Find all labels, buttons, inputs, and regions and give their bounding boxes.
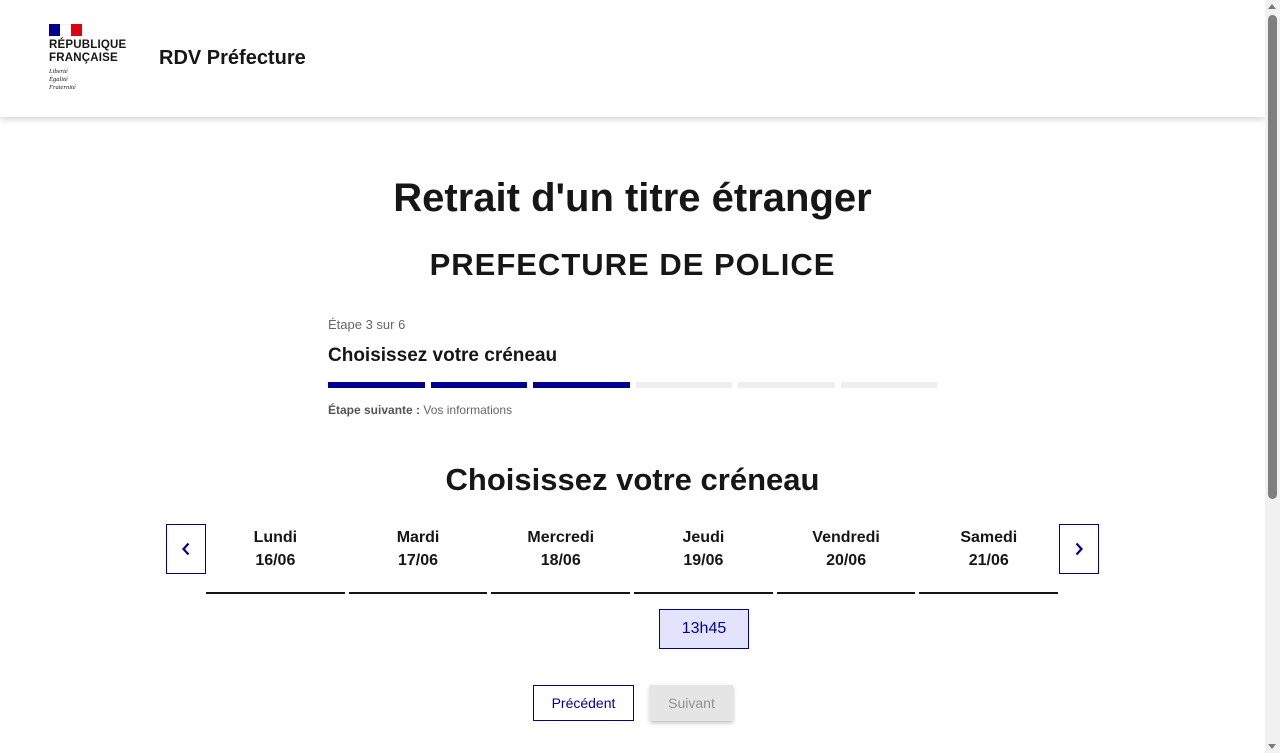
previous-button[interactable]: Précédent bbox=[533, 685, 634, 721]
day-date: 17/06 bbox=[398, 552, 439, 569]
logo-name-line2: FRANÇAISE bbox=[49, 52, 118, 64]
step-bar bbox=[430, 382, 527, 388]
scrollbar-thumb[interactable] bbox=[1268, 15, 1277, 499]
day-column: Jeudi 19/06 bbox=[634, 524, 773, 594]
french-flag-icon bbox=[49, 24, 82, 36]
scroll-up-icon[interactable] bbox=[1268, 4, 1276, 9]
prefecture-name: PREFECTURE DE POLICE bbox=[429, 247, 836, 282]
day-column: Mercredi 18/06 bbox=[491, 524, 631, 594]
step-bar bbox=[328, 382, 425, 388]
step-next-label: Étape suivante : bbox=[328, 403, 421, 417]
step-next-value: Vos informations bbox=[423, 403, 513, 417]
section-title: Choisissez votre créneau bbox=[445, 462, 820, 497]
day-name: Jeudi bbox=[682, 529, 725, 546]
calendar-days: Lundi 16/06 Mardi 17/06 Mercredi 18/06 J… bbox=[206, 524, 1059, 594]
step-bar bbox=[635, 382, 732, 388]
day-name: Vendredi bbox=[812, 529, 880, 546]
chevron-right-icon bbox=[1075, 542, 1083, 556]
day-date: 16/06 bbox=[255, 552, 296, 569]
logo-name: RÉPUBLIQUE FRANÇAISE bbox=[49, 39, 139, 65]
next-button[interactable]: Suivant bbox=[650, 685, 733, 721]
day-name: Mardi bbox=[396, 529, 440, 546]
step-next: Étape suivante : Vos informations bbox=[328, 402, 938, 418]
step-bar bbox=[738, 382, 835, 388]
step-bar bbox=[840, 382, 937, 388]
day-name: Lundi bbox=[253, 529, 298, 546]
service-title[interactable]: RDV Préfecture bbox=[159, 45, 306, 71]
day-column: Samedi 21/06 bbox=[919, 524, 1059, 594]
previous-week-button[interactable] bbox=[166, 524, 206, 574]
day-column: Vendredi 20/06 bbox=[776, 524, 916, 594]
time-slot-button[interactable]: 13h45 bbox=[659, 609, 749, 649]
step-title: Choisissez votre créneau bbox=[328, 345, 558, 366]
day-name: Mercredi bbox=[527, 529, 595, 546]
vertical-scrollbar[interactable] bbox=[1265, 0, 1280, 753]
day-date: 21/06 bbox=[968, 552, 1009, 569]
day-column: Mardi 17/06 bbox=[348, 524, 488, 594]
day-date: 20/06 bbox=[826, 552, 867, 569]
day-date: 18/06 bbox=[540, 552, 581, 569]
logo-motto: Liberté Égalité Fraternité bbox=[49, 68, 139, 92]
step-progress-bars bbox=[328, 382, 938, 388]
day-column: Lundi 16/06 bbox=[206, 524, 345, 594]
step-state: Étape 3 sur 6 bbox=[328, 317, 406, 332]
motto-liberte: Liberté bbox=[49, 68, 68, 75]
logo-name-line1: RÉPUBLIQUE bbox=[49, 39, 127, 51]
page-title: Retrait d'un titre étranger bbox=[393, 176, 872, 220]
next-week-button[interactable] bbox=[1059, 524, 1099, 574]
stepper: Étape 3 sur 6 Choisissez votre créneau É… bbox=[328, 316, 938, 418]
motto-egalite: Égalité bbox=[49, 76, 68, 83]
scroll-down-icon[interactable] bbox=[1268, 744, 1276, 749]
site-header: RÉPUBLIQUE FRANÇAISE Liberté Égalité Fra… bbox=[0, 0, 1265, 117]
motto-fraternite: Fraternité bbox=[49, 84, 76, 91]
step-bar bbox=[533, 382, 630, 388]
republique-francaise-logo[interactable]: RÉPUBLIQUE FRANÇAISE Liberté Égalité Fra… bbox=[49, 24, 139, 96]
day-name: Samedi bbox=[960, 529, 1018, 546]
day-date: 19/06 bbox=[683, 552, 724, 569]
chevron-left-icon bbox=[182, 542, 190, 556]
